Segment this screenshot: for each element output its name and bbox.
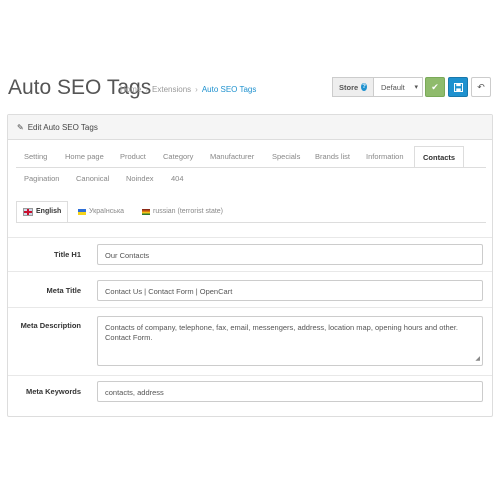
gb-flag-icon	[23, 208, 33, 216]
tab-category[interactable]: Category	[163, 146, 193, 168]
meta-title-input[interactable]: Contact Us | Contact Form | OpenCart	[97, 280, 483, 301]
title-h1-label: Title H1	[54, 250, 81, 259]
breadcrumb-home[interactable]: Home	[120, 85, 141, 94]
tab-manufacturer[interactable]: Manufacturer	[210, 146, 254, 168]
tab-setting[interactable]: Setting	[24, 146, 47, 168]
reply-icon: ↶	[477, 81, 485, 92]
store-select[interactable]: Default ▾	[374, 77, 423, 97]
tab-language-english[interactable]: English	[16, 201, 69, 223]
tab-brands-list[interactable]: Brands list	[315, 146, 350, 168]
breadcrumb-extensions[interactable]: Extensions	[152, 85, 191, 94]
floppy-icon	[453, 82, 463, 92]
tab-404[interactable]: 404	[171, 168, 184, 190]
save-and-stay-button[interactable]	[448, 77, 468, 97]
pencil-icon: ✎	[17, 122, 24, 132]
meta-description-label: Meta Description	[20, 321, 81, 330]
tab-information[interactable]: Information	[366, 146, 404, 168]
language-label: English	[36, 208, 62, 215]
resize-handle-icon[interactable]: ◢	[475, 354, 480, 364]
help-icon[interactable]: ?	[361, 83, 367, 91]
panel-heading: ✎ Edit Auto SEO Tags	[8, 115, 492, 140]
tab-canonical[interactable]: Canonical	[76, 168, 109, 190]
meta-description-textarea[interactable]: Contacts of company, telephone, fax, ema…	[97, 316, 483, 366]
check-icon: ✔	[431, 81, 439, 92]
ru-flag-icon	[142, 209, 150, 215]
panel-title: Edit Auto SEO Tags	[27, 122, 98, 132]
tab-product[interactable]: Product	[120, 146, 146, 168]
tab-noindex[interactable]: Noindex	[126, 168, 154, 190]
store-select-value: Default	[381, 82, 405, 92]
meta-keywords-label: Meta Keywords	[25, 387, 81, 396]
language-tabs-divider	[16, 222, 486, 223]
tab-contacts[interactable]: Contacts	[414, 146, 465, 168]
language-label: russian (terrorist state)	[153, 208, 224, 215]
language-label: Українська	[89, 208, 125, 215]
chevron-down-icon: ▾	[414, 84, 418, 91]
breadcrumb-separator: ›	[145, 85, 149, 94]
settings-tabs: Setting Home page Product Category Manuf…	[16, 146, 486, 168]
language-tabs: English Українська russian (terrorist st…	[16, 201, 486, 223]
breadcrumb: Home › Extensions › Auto SEO Tags	[120, 85, 256, 94]
back-button[interactable]: ↶	[471, 77, 491, 97]
tab-language-russian[interactable]: russian (terrorist state)	[142, 201, 223, 223]
meta-description-text: Contacts of company, telephone, fax, ema…	[105, 323, 458, 342]
breadcrumb-separator: ›	[195, 85, 198, 94]
ua-flag-icon	[78, 209, 86, 215]
tab-specials[interactable]: Specials	[272, 146, 300, 168]
settings-tabs-row2: Pagination Canonical Noindex 404	[16, 168, 486, 188]
store-label-text: Store	[339, 82, 359, 92]
title-h1-input[interactable]: Our Contacts	[97, 244, 483, 265]
meta-keywords-input[interactable]: contacts, address	[97, 381, 483, 402]
tab-home-page[interactable]: Home page	[65, 146, 104, 168]
meta-title-label: Meta Title	[46, 286, 81, 295]
tab-language-ukrainian[interactable]: Українська	[78, 201, 124, 223]
page-header: Auto SEO Tags Home › Extensions › Auto SEO T…	[0, 70, 500, 108]
save-button[interactable]: ✔	[425, 77, 445, 97]
store-label: Store ?	[332, 77, 374, 97]
tab-pagination[interactable]: Pagination	[24, 168, 59, 190]
breadcrumb-current[interactable]: Auto SEO Tags	[202, 85, 257, 94]
